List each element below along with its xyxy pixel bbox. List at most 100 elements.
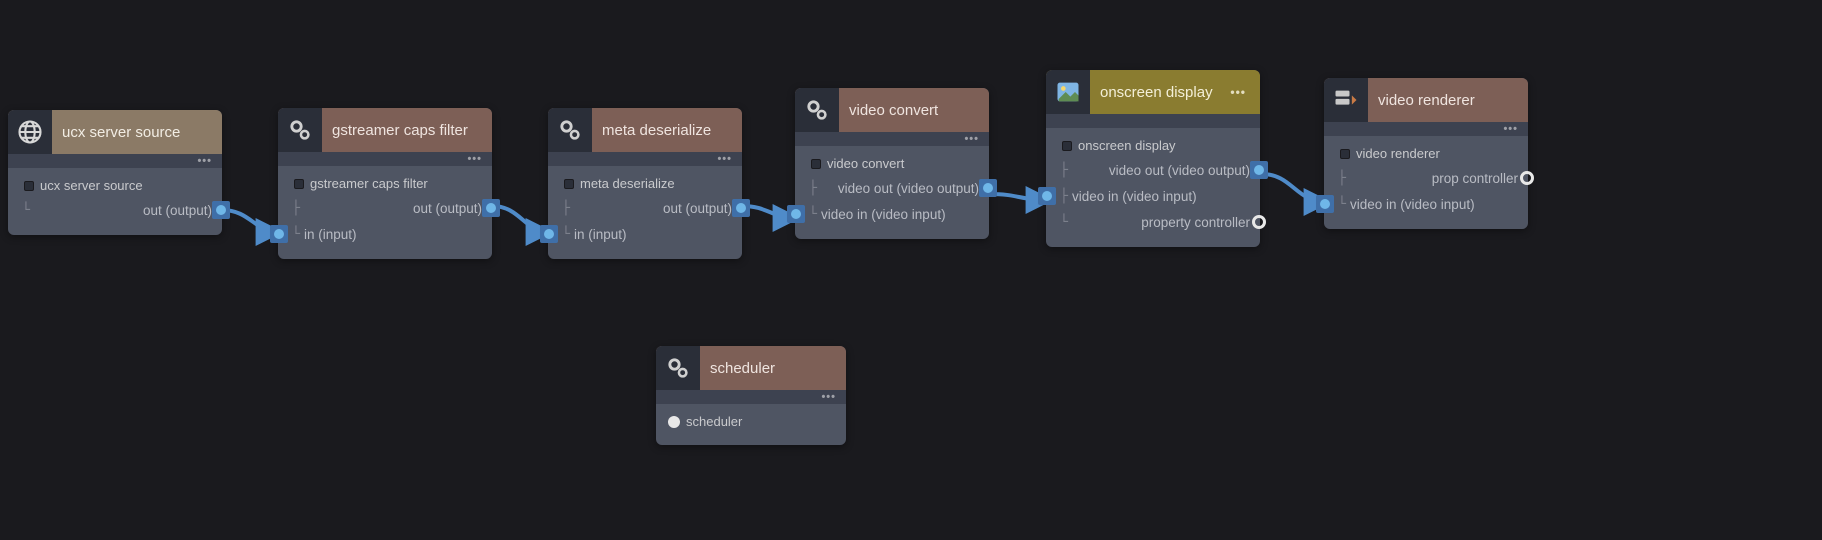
node-menu-icon[interactable]: •••: [964, 133, 979, 145]
group-label: meta deserialize: [558, 174, 732, 195]
node-ucx-server-source[interactable]: ucx server source ••• ucx server source …: [8, 110, 222, 235]
node-header[interactable]: scheduler: [656, 346, 846, 390]
port-out[interactable]: ├ out (output): [288, 195, 482, 221]
port-socket-icon[interactable]: [212, 201, 230, 219]
tree-branch-icon: └: [558, 226, 574, 242]
node-menu-icon[interactable]: •••: [821, 391, 836, 403]
port-video-out[interactable]: ├ video out (video output): [805, 175, 979, 201]
image-icon: [1046, 70, 1090, 114]
node-menu-icon[interactable]: •••: [1226, 83, 1250, 101]
port-socket-icon[interactable]: [1252, 215, 1266, 229]
port-label: video in (video input): [821, 207, 946, 222]
port-property-controller[interactable]: └ property controller: [1056, 209, 1250, 235]
node-stripe: •••: [8, 154, 222, 168]
group-text: video convert: [827, 156, 904, 171]
node-menu-icon[interactable]: •••: [197, 155, 212, 167]
node-title: ucx server source: [52, 124, 212, 141]
group-label: gstreamer caps filter: [288, 174, 482, 195]
node-header[interactable]: video convert: [795, 88, 989, 132]
tree-branch-icon: ├: [558, 200, 574, 216]
port-out[interactable]: ├ out (output): [558, 195, 732, 221]
tree-branch-icon: ├: [1056, 162, 1072, 178]
port-label: video out (video output): [838, 181, 979, 196]
tree-branch-icon: ├: [1334, 170, 1350, 186]
port-socket-icon[interactable]: [668, 416, 680, 428]
globe-icon: [8, 110, 52, 154]
port-label: video out (video output): [1109, 163, 1250, 178]
minus-icon: [24, 181, 34, 191]
port-in[interactable]: └ in (input): [558, 221, 732, 247]
gears-icon: [548, 108, 592, 152]
port-out[interactable]: └ out (output): [18, 197, 212, 223]
port-socket-icon[interactable]: [732, 199, 750, 217]
node-header[interactable]: onscreen display •••: [1046, 70, 1260, 114]
group-text: scheduler: [686, 414, 742, 429]
port-socket-icon[interactable]: [979, 179, 997, 197]
node-menu-icon[interactable]: •••: [1503, 123, 1518, 135]
group-label: ucx server source: [18, 176, 212, 197]
group-label: scheduler: [666, 412, 836, 433]
minus-icon: [1340, 149, 1350, 159]
port-label: out (output): [663, 201, 732, 216]
tree-branch-icon: └: [18, 202, 34, 218]
port-label: in (input): [304, 227, 357, 242]
node-stripe: [1046, 114, 1260, 128]
port-prop-controller[interactable]: ├ prop controller: [1334, 165, 1518, 191]
tree-branch-icon: ├: [1056, 188, 1072, 204]
gears-icon: [278, 108, 322, 152]
node-header[interactable]: video renderer: [1324, 78, 1528, 122]
port-label: video in (video input): [1072, 189, 1197, 204]
node-title: meta deserialize: [592, 122, 732, 139]
port-video-in[interactable]: └ video in (video input): [805, 201, 979, 227]
port-socket-icon[interactable]: [787, 205, 805, 223]
tree-branch-icon: ├: [805, 180, 821, 196]
port-socket-icon[interactable]: [1250, 161, 1268, 179]
node-menu-icon[interactable]: •••: [717, 153, 732, 165]
port-in[interactable]: └ in (input): [288, 221, 482, 247]
node-stripe: •••: [795, 132, 989, 146]
port-video-out[interactable]: ├ video out (video output): [1056, 157, 1250, 183]
port-video-in[interactable]: ├ video in (video input): [1056, 183, 1250, 209]
tree-branch-icon: └: [805, 206, 821, 222]
tree-branch-icon: └: [288, 226, 304, 242]
tree-branch-icon: ├: [288, 200, 304, 216]
node-title: gstreamer caps filter: [322, 122, 482, 139]
tree-branch-icon: └: [1334, 196, 1350, 212]
node-video-convert[interactable]: video convert ••• video convert ├ video …: [795, 88, 989, 239]
node-menu-icon[interactable]: •••: [467, 153, 482, 165]
port-socket-icon[interactable]: [1038, 187, 1056, 205]
node-gstreamer-caps-filter[interactable]: gstreamer caps filter ••• gstreamer caps…: [278, 108, 492, 259]
minus-icon: [564, 179, 574, 189]
node-header[interactable]: gstreamer caps filter: [278, 108, 492, 152]
gears-icon: [656, 346, 700, 390]
renderer-icon: [1324, 78, 1368, 122]
node-title: scheduler: [700, 360, 836, 377]
node-meta-deserialize[interactable]: meta deserialize ••• meta deserialize ├ …: [548, 108, 742, 259]
node-scheduler[interactable]: scheduler ••• scheduler: [656, 346, 846, 445]
port-socket-icon[interactable]: [482, 199, 500, 217]
group-label: video renderer: [1334, 144, 1518, 165]
group-text: gstreamer caps filter: [310, 176, 428, 191]
node-video-renderer[interactable]: video renderer ••• video renderer ├ prop…: [1324, 78, 1528, 229]
port-label: out (output): [413, 201, 482, 216]
port-label: video in (video input): [1350, 197, 1475, 212]
port-socket-icon[interactable]: [540, 225, 558, 243]
group-label: onscreen display: [1056, 136, 1250, 157]
node-header[interactable]: meta deserialize: [548, 108, 742, 152]
port-label: property controller: [1141, 215, 1250, 230]
group-text: video renderer: [1356, 146, 1440, 161]
node-stripe: •••: [656, 390, 846, 404]
port-label: in (input): [574, 227, 627, 242]
port-socket-icon[interactable]: [270, 225, 288, 243]
minus-icon: [811, 159, 821, 169]
group-label: video convert: [805, 154, 979, 175]
port-video-in[interactable]: └ video in (video input): [1334, 191, 1518, 217]
node-stripe: •••: [548, 152, 742, 166]
tree-branch-icon: └: [1056, 214, 1072, 230]
node-onscreen-display[interactable]: onscreen display ••• onscreen display ├ …: [1046, 70, 1260, 247]
node-header[interactable]: ucx server source: [8, 110, 222, 154]
node-stripe: •••: [278, 152, 492, 166]
port-socket-icon[interactable]: [1316, 195, 1334, 213]
minus-icon: [294, 179, 304, 189]
port-socket-icon[interactable]: [1520, 171, 1534, 185]
